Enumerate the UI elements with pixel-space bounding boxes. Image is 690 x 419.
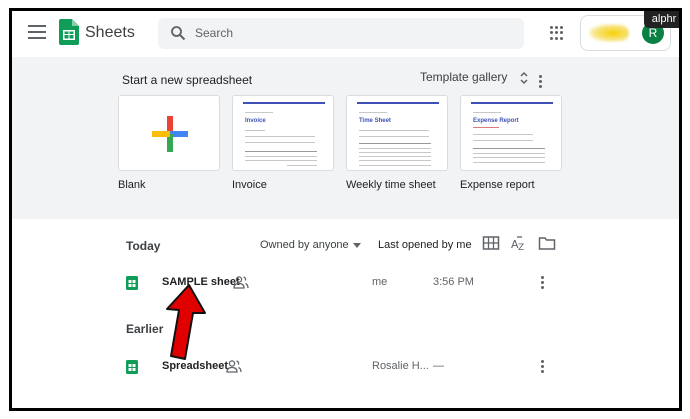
template-invoice[interactable]: Invoice Invoice [232, 95, 334, 191]
time-sheet-doc-title: Time Sheet [359, 118, 391, 124]
template-gallery-label: Template gallery [420, 70, 508, 84]
row-more-icon[interactable] [541, 276, 545, 290]
section-title: Start a new spreadsheet [122, 73, 253, 87]
file-row[interactable]: SAMPLE sheet me 3:56 PM [12, 268, 679, 298]
sheets-logo-icon[interactable] [59, 19, 79, 45]
file-last-opened: 3:56 PM [433, 276, 474, 288]
shared-people-icon [226, 360, 242, 373]
template-label: Expense report [460, 179, 535, 191]
invoice-doc-title: Invoice [245, 118, 266, 124]
file-last-opened: — [433, 360, 444, 372]
template-expense-report[interactable]: Expense Report Expense report [460, 95, 562, 191]
expense-report-thumbnail: Expense Report [460, 95, 562, 171]
template-weekly-time-sheet[interactable]: Time Sheet Weekly time sheet [346, 95, 448, 191]
expense-doc-title: Expense Report [473, 118, 519, 124]
svg-text:Z: Z [518, 243, 524, 251]
template-more-icon[interactable] [539, 75, 543, 89]
template-label: Weekly time sheet [346, 179, 436, 191]
row-more-icon[interactable] [541, 360, 545, 374]
sort-by-last-opened[interactable]: Last opened by me [378, 239, 472, 251]
search-input[interactable]: Search [158, 18, 524, 49]
template-section: Start a new spreadsheet Template gallery… [12, 57, 679, 219]
template-gallery-button[interactable]: Template gallery [420, 70, 529, 90]
template-label: Blank [118, 179, 146, 191]
watermark-logo: alphr [644, 11, 679, 28]
file-owner: me [372, 276, 388, 288]
sheets-file-icon [126, 276, 138, 290]
sheets-file-icon [126, 360, 138, 374]
invoice-thumbnail: Invoice [232, 95, 334, 171]
shared-people-icon [233, 276, 249, 289]
blurred-account-logo [589, 24, 629, 42]
template-blank[interactable]: Blank [118, 95, 220, 191]
search-placeholder: Search [195, 26, 234, 40]
file-row[interactable]: Spreadsheet Rosalie H... — [12, 352, 679, 382]
top-bar: Sheets Search R alphr [12, 11, 679, 57]
plus-icon [152, 116, 188, 152]
template-label: Invoice [232, 179, 267, 191]
grid-view-icon[interactable] [482, 235, 500, 251]
owner-filter-label: Owned by anyone [260, 239, 349, 251]
blank-thumbnail [118, 95, 220, 171]
unfold-more-icon [520, 71, 528, 84]
dropdown-caret-icon [352, 242, 361, 248]
app-name[interactable]: Sheets [85, 24, 135, 42]
search-icon[interactable] [170, 25, 186, 41]
sort-az-icon[interactable]: A Z [510, 235, 528, 251]
file-owner: Rosalie H... [372, 360, 429, 372]
sheets-window: Sheets Search R alphr Start a new spread… [9, 8, 682, 411]
time-sheet-thumbnail: Time Sheet [346, 95, 448, 171]
google-apps-icon[interactable] [550, 26, 564, 40]
red-annotation-arrow-icon [166, 284, 206, 360]
recent-files-section: Today Owned by anyone Last opened by me … [12, 219, 679, 408]
group-heading-today: Today [126, 239, 161, 253]
folder-icon[interactable] [538, 235, 556, 251]
owner-filter-dropdown[interactable]: Owned by anyone [260, 239, 361, 251]
main-menu-icon[interactable] [28, 25, 46, 41]
